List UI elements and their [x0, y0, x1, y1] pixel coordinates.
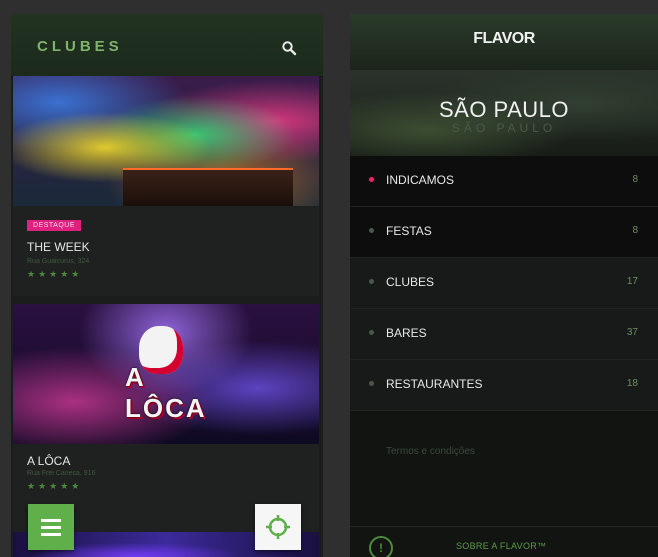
- menu-item-label: BARES: [386, 326, 427, 340]
- menu-item-count: 8: [632, 225, 638, 236]
- menu-item-count: 17: [626, 276, 638, 287]
- menu-item-count: 37: [626, 327, 638, 338]
- menu-item-label: CLUBES: [386, 275, 435, 289]
- city-menu-screen: FLAVOR SÃO PAULO SÃO PAULO INDICAMOS 8 F…: [350, 14, 658, 557]
- featured-badge: DESTAQUE: [27, 220, 81, 231]
- hamburger-icon: [41, 519, 61, 536]
- search-icon[interactable]: [281, 40, 297, 56]
- dj-stage: [123, 168, 293, 206]
- app-logo: FLAVOR: [473, 30, 535, 47]
- menu-button[interactable]: [28, 504, 74, 550]
- active-bullet-icon: [369, 177, 374, 182]
- terms-link[interactable]: Termos e condições: [386, 446, 475, 457]
- city-name-reflection: SÃO PAULO: [451, 121, 557, 135]
- page-title: CLUBES: [37, 38, 123, 55]
- menu-item-restaurantes[interactable]: RESTAURANTES 18: [350, 360, 658, 411]
- locate-button[interactable]: [255, 504, 301, 550]
- menu-item-label: FESTAS: [386, 224, 432, 238]
- club-card-the-week[interactable]: DESTAQUE THE WEEK Rua Guaicurus, 324 ★★★…: [13, 76, 319, 296]
- bullet-icon: [369, 381, 374, 386]
- menu-item-count: 8: [632, 174, 638, 185]
- club-photo: A LÔCA: [13, 304, 319, 444]
- rating-stars: ★★★★★: [27, 269, 83, 279]
- bullet-icon: [369, 228, 374, 233]
- menu-item-festas[interactable]: FESTAS 8: [350, 207, 658, 258]
- about-link[interactable]: SOBRE A FLAVOR™: [456, 541, 546, 551]
- clubes-screen: CLUBES DESTAQUE THE WEEK Rua Guaicurus, …: [11, 14, 323, 557]
- club-card-a-loca[interactable]: A LÔCA A LÔCA Rua Frei Caneca, 916 ★★★★★: [13, 304, 319, 534]
- rating-stars: ★★★★★: [27, 481, 83, 491]
- category-menu: INDICAMOS 8 FESTAS 8 CLUBES 17 BARES 37 …: [350, 156, 658, 411]
- info-icon[interactable]: !: [369, 536, 393, 557]
- bullet-icon: [369, 330, 374, 335]
- club-name: THE WEEK: [27, 240, 90, 254]
- menu-item-label: INDICAMOS: [386, 173, 455, 187]
- club-name: A LÔCA: [27, 454, 71, 468]
- menu-item-indicamos[interactable]: INDICAMOS 8: [350, 156, 658, 207]
- menu-item-count: 18: [626, 378, 638, 389]
- club-logo: A LÔCA: [125, 362, 207, 423]
- clubes-header: CLUBES: [11, 14, 323, 76]
- menu-item-label: RESTAURANTES: [386, 377, 483, 391]
- menu-item-clubes[interactable]: CLUBES 17: [350, 258, 658, 309]
- club-address: Rua Guaicurus, 324: [27, 258, 90, 265]
- city-name: SÃO PAULO: [438, 97, 570, 122]
- city-banner[interactable]: SÃO PAULO SÃO PAULO: [350, 70, 658, 156]
- crosshair-icon: [266, 515, 290, 539]
- footer-divider: [350, 526, 658, 527]
- bullet-icon: [369, 279, 374, 284]
- club-photo: [13, 76, 319, 206]
- app-header: FLAVOR: [350, 14, 658, 70]
- menu-item-bares[interactable]: BARES 37: [350, 309, 658, 360]
- club-address: Rua Frei Caneca, 916: [27, 470, 96, 477]
